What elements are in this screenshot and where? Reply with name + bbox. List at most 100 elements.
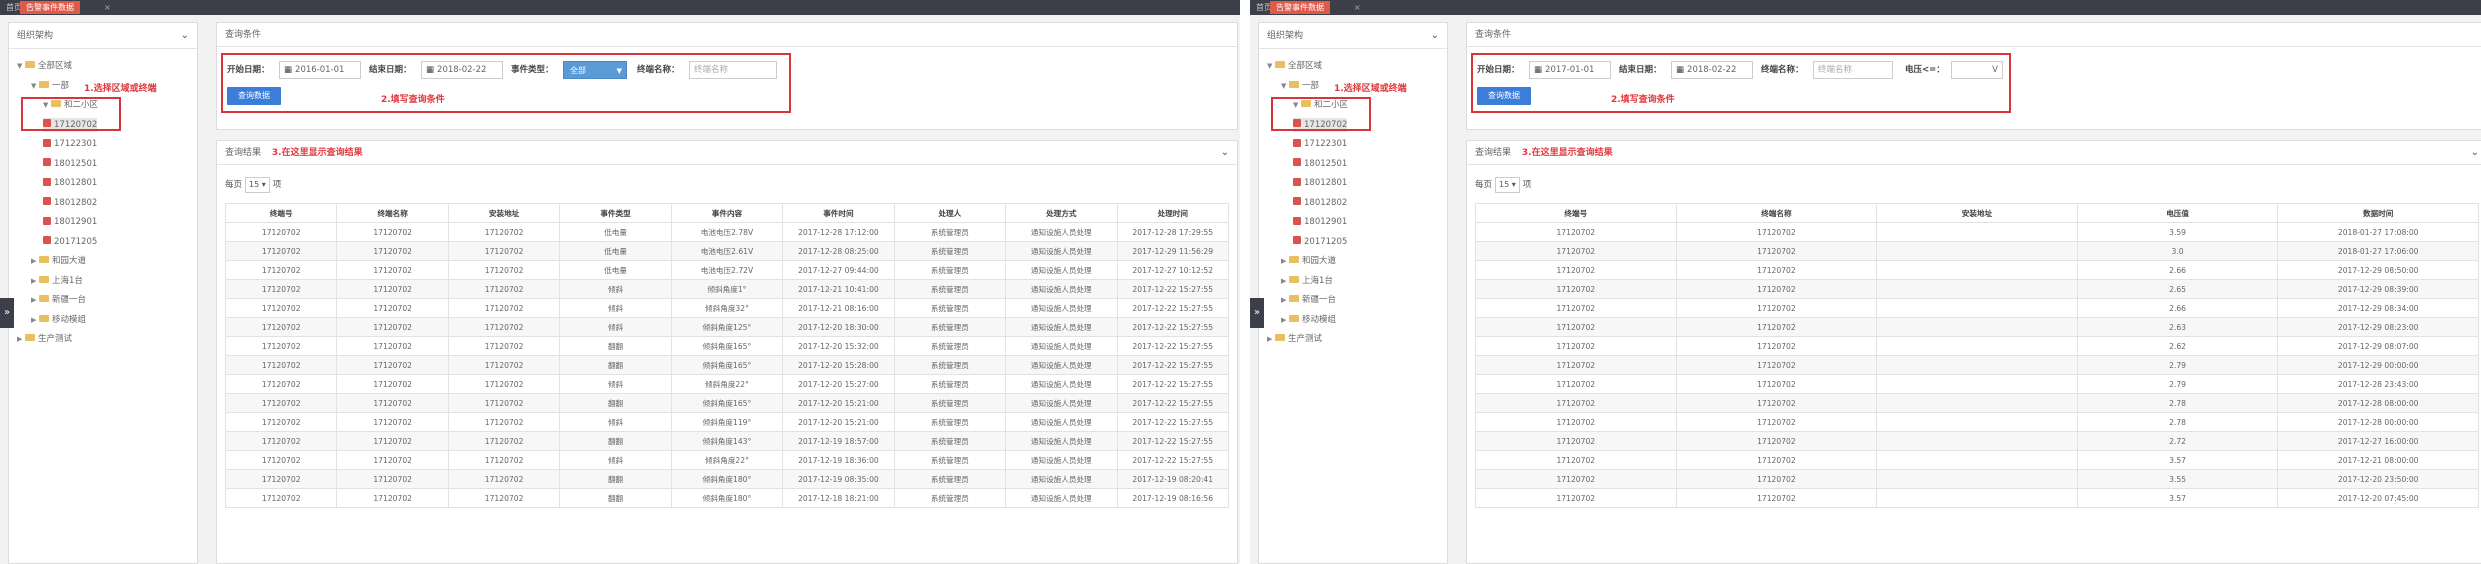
tree-folder[interactable]: ▼ 全部区域: [1267, 59, 1322, 73]
tree-terminal[interactable]: 17122301: [1293, 137, 1347, 151]
tab-active[interactable]: 告警事件数据: [20, 1, 80, 14]
tree-folder[interactable]: ▶ 上海1台: [31, 274, 83, 288]
chevron-down-icon[interactable]: ⌄: [2471, 141, 2479, 165]
expand-sidebar-button[interactable]: »: [1250, 298, 1264, 328]
column-header[interactable]: 事件内容: [670, 203, 784, 223]
caret-right-icon[interactable]: ▶: [31, 254, 39, 268]
page-size-select[interactable]: 15 ▾: [245, 177, 270, 193]
caret-down-icon[interactable]: ▼: [17, 59, 25, 73]
caret-right-icon[interactable]: ▶: [1281, 313, 1289, 327]
start-date-input[interactable]: ▦ 2017-01-01: [1529, 61, 1611, 79]
table-row[interactable]: 17120702 17120702 17120702 倾斜 倾斜角度22° 2017-12…: [224, 374, 1229, 394]
terminal-name-input[interactable]: 终端名称: [1813, 61, 1893, 79]
caret-down-icon[interactable]: ▼: [1267, 59, 1275, 73]
table-row[interactable]: 17120702 17120702 17120702 倾斜 倾斜角度1° 2017-12-…: [224, 279, 1229, 299]
tree-folder[interactable]: ▶ 生产测试: [1267, 332, 1322, 346]
voltage-input[interactable]: V: [1951, 61, 2003, 79]
column-header[interactable]: 终端名称: [1675, 203, 1878, 223]
tab-active[interactable]: 告警事件数据: [1270, 1, 1330, 14]
table-row[interactable]: 17120702 17120702 3.59 2018-01-27 17:08:00: [1475, 222, 2479, 242]
tree-folder[interactable]: ▶ 新疆一台: [31, 293, 86, 307]
caret-right-icon[interactable]: ▶: [31, 274, 39, 288]
end-date-input[interactable]: ▦ 2018-02-22: [421, 61, 503, 79]
tree-folder[interactable]: ▶ 移动模组: [1281, 313, 1336, 327]
column-header[interactable]: 终端号: [224, 203, 338, 223]
table-row[interactable]: 17120702 17120702 17120702 低电量 电池电压2.61V 2017…: [224, 241, 1229, 261]
chevron-down-icon[interactable]: ⌄: [1431, 23, 1439, 49]
table-row[interactable]: 17120702 17120702 17120702 翻翻 倾斜角度165° 2017-1…: [224, 393, 1229, 413]
table-row[interactable]: 17120702 17120702 3.0 2018-01-27 17:06:00: [1475, 241, 2479, 261]
column-header[interactable]: 事件类型: [559, 203, 672, 223]
query-button[interactable]: 查询数据: [227, 87, 281, 105]
table-row[interactable]: 17120702 17120702 2.65 2017-12-29 08:39:00: [1475, 279, 2479, 299]
query-button[interactable]: 查询数据: [1477, 87, 1531, 105]
table-row[interactable]: 17120702 17120702 2.78 2017-12-28 08:00:00: [1475, 393, 2479, 413]
tree-terminal[interactable]: 18012801: [43, 176, 97, 190]
end-date-input[interactable]: ▦ 2018-02-22: [1671, 61, 1753, 79]
caret-right-icon[interactable]: ▶: [1281, 293, 1289, 307]
column-header[interactable]: 处理时间: [1116, 203, 1229, 223]
tree-terminal[interactable]: 18012901: [43, 215, 97, 229]
tree-folder[interactable]: ▼ 全部区域: [17, 59, 72, 73]
terminal-name-input[interactable]: 终端名称: [689, 61, 777, 79]
tree-folder[interactable]: ▶ 上海1台: [1281, 274, 1333, 288]
tree-folder[interactable]: ▶ 和园大道: [1281, 254, 1336, 268]
caret-right-icon[interactable]: ▶: [31, 313, 39, 327]
column-header[interactable]: 电压值: [2076, 203, 2279, 223]
table-row[interactable]: 17120702 17120702 2.66 2017-12-29 08:50:00: [1475, 260, 2479, 280]
caret-right-icon[interactable]: ▶: [1267, 332, 1275, 346]
column-header[interactable]: 安装地址: [447, 203, 561, 223]
table-row[interactable]: 17120702 17120702 17120702 翻翻 倾斜角度165° 2017-1…: [224, 336, 1229, 356]
column-header[interactable]: 处理人: [893, 203, 1007, 223]
event-type-select[interactable]: 全部 ▼: [563, 61, 627, 79]
table-row[interactable]: 17120702 17120702 17120702 倾斜 倾斜角度119° 2017-1…: [224, 412, 1229, 432]
tree-terminal[interactable]: 18012901: [1293, 215, 1347, 229]
table-row[interactable]: 17120702 17120702 17120702 低电量 电池电压2.78V 2017…: [224, 222, 1229, 242]
tree-folder[interactable]: ▶ 新疆一台: [1281, 293, 1336, 307]
table-row[interactable]: 17120702 17120702 17120702 翻翻 倾斜角度180° 2017-1…: [224, 469, 1229, 489]
column-header[interactable]: 终端名称: [336, 203, 449, 223]
close-icon[interactable]: ×: [104, 1, 111, 14]
column-header[interactable]: 终端号: [1475, 203, 1677, 223]
column-header[interactable]: 数据时间: [2277, 203, 2479, 223]
column-header[interactable]: 处理方式: [1005, 203, 1118, 223]
table-row[interactable]: 17120702 17120702 2.63 2017-12-29 08:23:00: [1475, 317, 2479, 337]
table-row[interactable]: 17120702 17120702 3.57 2017-12-21 08:00:00: [1475, 450, 2479, 470]
tree-terminal[interactable]: 18012501: [1293, 157, 1347, 171]
column-header[interactable]: 事件时间: [782, 203, 895, 223]
tree-folder[interactable]: ▼ 一部: [1281, 79, 1319, 93]
tree-folder[interactable]: ▶ 移动模组: [31, 313, 86, 327]
table-row[interactable]: 17120702 17120702 17120702 低电量 电池电压2.72V 2017…: [224, 260, 1229, 280]
caret-right-icon[interactable]: ▶: [1281, 254, 1289, 268]
chevron-down-icon[interactable]: ⌄: [181, 23, 189, 49]
start-date-input[interactable]: ▦ 2016-01-01: [279, 61, 361, 79]
table-row[interactable]: 17120702 17120702 17120702 翻翻 倾斜角度180° 2017-1…: [224, 488, 1229, 508]
tree-terminal[interactable]: 17122301: [43, 137, 97, 151]
table-row[interactable]: 17120702 17120702 2.62 2017-12-29 08:07:00: [1475, 336, 2479, 356]
table-row[interactable]: 17120702 17120702 17120702 翻翻 倾斜角度165° 2017-1…: [224, 355, 1229, 375]
tree-terminal[interactable]: 18012802: [43, 196, 97, 210]
table-row[interactable]: 17120702 17120702 17120702 倾斜 倾斜角度32° 2017-12…: [224, 298, 1229, 318]
table-row[interactable]: 17120702 17120702 17120702 倾斜 倾斜角度22° 2017-12…: [224, 450, 1229, 470]
tree-folder[interactable]: ▼ 一部: [31, 79, 69, 93]
table-row[interactable]: 17120702 17120702 2.72 2017-12-27 16:00:00: [1475, 431, 2479, 451]
caret-right-icon[interactable]: ▶: [1281, 274, 1289, 288]
column-header[interactable]: 安装地址: [1876, 203, 2078, 223]
caret-down-icon[interactable]: ▼: [1281, 79, 1289, 93]
tree-terminal[interactable]: 18012801: [1293, 176, 1347, 190]
caret-down-icon[interactable]: ▼: [31, 79, 39, 93]
tree-folder[interactable]: ▶ 和园大道: [31, 254, 86, 268]
table-row[interactable]: 17120702 17120702 17120702 倾斜 倾斜角度125° 2017-1…: [224, 317, 1229, 337]
tree-terminal[interactable]: 18012501: [43, 157, 97, 171]
page-size-select[interactable]: 15 ▾: [1495, 177, 1520, 193]
tree-folder[interactable]: ▶ 生产测试: [17, 332, 72, 346]
caret-right-icon[interactable]: ▶: [17, 332, 25, 346]
table-row[interactable]: 17120702 17120702 3.57 2017-12-20 07:45:00: [1475, 488, 2479, 508]
expand-sidebar-button[interactable]: »: [0, 298, 14, 328]
table-row[interactable]: 17120702 17120702 2.66 2017-12-29 08:34:00: [1475, 298, 2479, 318]
table-row[interactable]: 17120702 17120702 3.55 2017-12-20 23:50:00: [1475, 469, 2479, 489]
tree-terminal[interactable]: 18012802: [1293, 196, 1347, 210]
close-icon[interactable]: ×: [1354, 1, 1361, 14]
tree-terminal[interactable]: 20171205: [1293, 235, 1347, 249]
table-row[interactable]: 17120702 17120702 2.78 2017-12-28 00:00:00: [1475, 412, 2479, 432]
